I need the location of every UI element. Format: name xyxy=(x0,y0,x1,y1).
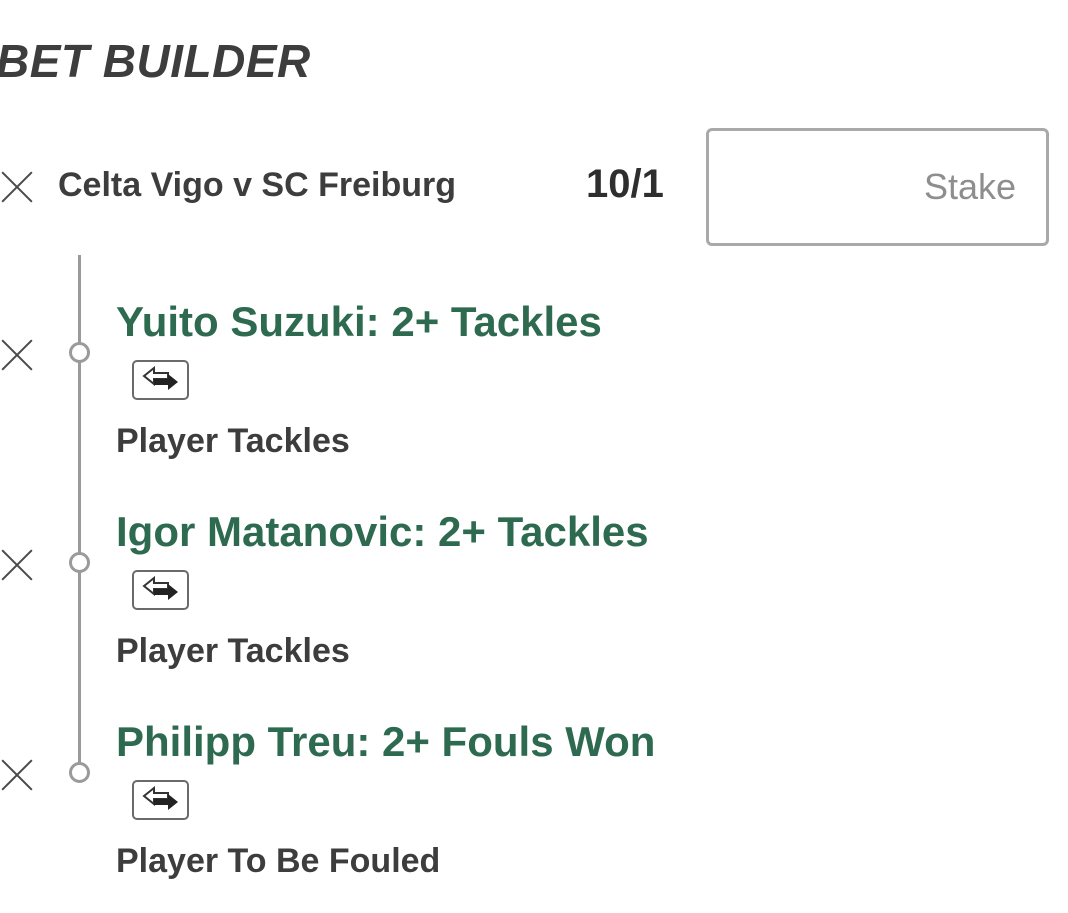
event-odds: 10/1 xyxy=(586,162,664,206)
selection-market: Player Tackles xyxy=(116,632,350,670)
selection-title: Yuito Suzuki: 2+ Tackles xyxy=(116,298,602,345)
selection-item: Yuito Suzuki: 2+ Tackles Player Tackles xyxy=(0,290,1068,490)
event-row: Celta Vigo v SC Freiburg 10/1 xyxy=(0,128,1068,248)
page-title: BET BUILDER xyxy=(0,35,311,87)
swap-icon[interactable] xyxy=(132,360,189,400)
selection-market: Player To Be Fouled xyxy=(116,842,441,880)
remove-selection-close-icon[interactable] xyxy=(0,338,34,372)
timeline-node xyxy=(69,342,90,363)
selection-title: Igor Matanovic: 2+ Tackles xyxy=(116,508,649,555)
selection-item: Igor Matanovic: 2+ Tackles Player Tackle… xyxy=(0,500,1068,700)
timeline-node xyxy=(69,762,90,783)
swap-icon[interactable] xyxy=(132,570,189,610)
timeline-node xyxy=(69,552,90,573)
event-name: Celta Vigo v SC Freiburg xyxy=(58,166,457,204)
remove-selection-close-icon[interactable] xyxy=(0,758,34,792)
remove-event-close-icon[interactable] xyxy=(0,170,34,204)
stake-input[interactable] xyxy=(706,128,1049,246)
selection-title: Philipp Treu: 2+ Fouls Won xyxy=(116,718,656,765)
selection-market: Player Tackles xyxy=(116,422,350,460)
selection-item: Philipp Treu: 2+ Fouls Won Player To Be … xyxy=(0,710,1068,910)
swap-icon[interactable] xyxy=(132,780,189,820)
bet-builder-panel: BET BUILDER Celta Vigo v SC Freiburg 10/… xyxy=(0,0,1068,913)
remove-selection-close-icon[interactable] xyxy=(0,548,34,582)
